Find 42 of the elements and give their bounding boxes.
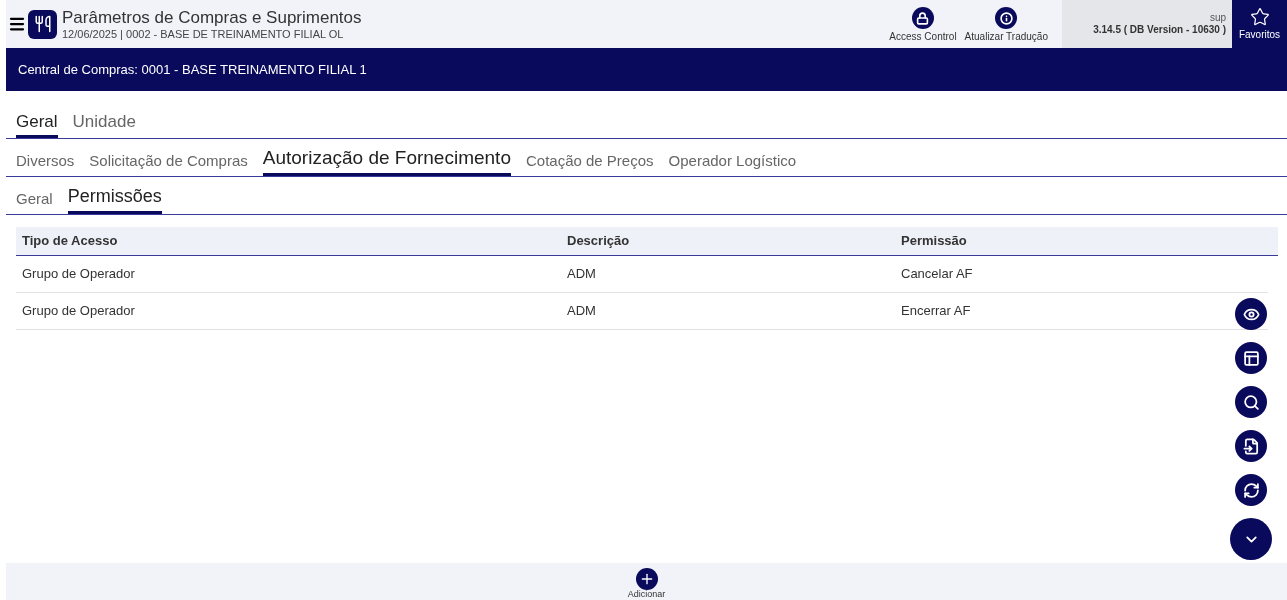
- layout-icon: [1242, 349, 1260, 367]
- info-icon: [995, 7, 1018, 29]
- table-cell-text: Cancelar AF: [901, 265, 973, 284]
- header-action-button[interactable]: Atualizar Tradução: [960, 4, 1052, 44]
- tab[interactable]: Cotação de Preços: [525, 149, 654, 176]
- table-cell-text: Grupo de Operador: [22, 265, 135, 284]
- tab[interactable]: Operador Logístico: [668, 149, 797, 176]
- eye-button[interactable]: [1235, 298, 1267, 330]
- page-title: Parâmetros de Compras e Suprimentos: [62, 6, 362, 28]
- layout-button[interactable]: [1235, 342, 1267, 374]
- banner: Central de Compras: 0001 - BASE TREINAMENTO FILIAL 1: [6, 48, 1287, 91]
- table-cell-text: ADM: [567, 265, 596, 284]
- tab[interactable]: Unidade: [72, 108, 136, 138]
- lock-icon: [912, 7, 934, 29]
- star-icon: [1249, 6, 1270, 27]
- refresh-icon: [1242, 481, 1260, 499]
- utensils-icon: [33, 15, 52, 33]
- version-text: 3.14.5 ( DB Version - 10630 ): [1093, 24, 1226, 37]
- add-button[interactable]: Adicionar: [627, 563, 666, 600]
- table-cell-text: Encerrar AF: [901, 302, 971, 321]
- column-header: Permissão: [901, 232, 968, 251]
- menu-icon[interactable]: [8, 15, 26, 33]
- chevron-down-button[interactable]: [1230, 518, 1272, 560]
- page-subtitle: 12/06/2025 | 0002 - BASE DE TREINAMENTO FILIAL OL: [62, 27, 345, 42]
- search-button[interactable]: [1235, 386, 1267, 418]
- tab[interactable]: Permissões: [67, 183, 162, 214]
- table-cell-text: ADM: [567, 302, 596, 321]
- tab[interactable]: Geral: [16, 108, 58, 138]
- tab[interactable]: Autorização de Fornecimento: [262, 143, 511, 176]
- column-header: Tipo de Acesso: [22, 232, 119, 251]
- refresh-button[interactable]: [1235, 474, 1267, 506]
- import-icon: [1242, 437, 1260, 455]
- favorites-button[interactable]: Favoritos: [1232, 0, 1287, 48]
- user-name: sup: [1209, 11, 1226, 24]
- table-cell-text: Grupo de Operador: [22, 302, 135, 321]
- import-button[interactable]: [1235, 430, 1267, 462]
- header-action-button[interactable]: Access Control: [885, 4, 961, 44]
- column-header: Descrição: [567, 232, 631, 251]
- search-icon: [1242, 393, 1260, 411]
- tab[interactable]: Diversos: [16, 149, 75, 176]
- tab[interactable]: Solicitação de Compras: [89, 149, 248, 176]
- tab[interactable]: Geral: [16, 187, 53, 214]
